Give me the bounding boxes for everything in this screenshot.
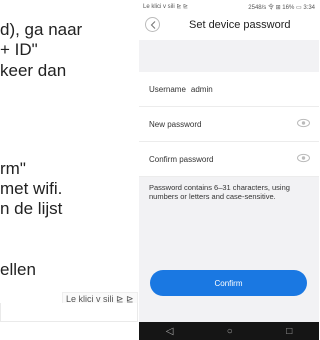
confirm-password-field[interactable]: Confirm password: [139, 142, 319, 177]
eye-icon[interactable]: [297, 153, 310, 163]
doc-line-5: met wifi.: [0, 179, 63, 198]
confirm-password-label: Confirm password: [149, 154, 214, 164]
system-nav-bar: ◁ ○ □: [139, 322, 319, 340]
doc-line-4: rm": [0, 159, 26, 178]
username-value: admin: [190, 84, 213, 94]
nav-recents-icon[interactable]: □: [286, 326, 292, 337]
eye-icon[interactable]: [297, 118, 310, 128]
status-left: Le klici v sili ⊵ ⊵: [143, 3, 189, 10]
page-title: Set device password: [189, 19, 291, 31]
app-bar: Set device password: [139, 12, 319, 40]
new-password-label: New password: [149, 119, 202, 129]
doc-image-placeholder: [0, 303, 138, 322]
nav-home-icon[interactable]: ○: [227, 326, 233, 337]
new-password-field[interactable]: New password: [139, 107, 319, 142]
doc-line-7: ellen: [0, 260, 36, 279]
nav-back-icon[interactable]: ◁: [166, 326, 174, 337]
username-row: Username admin: [139, 72, 319, 107]
username-label: Username: [149, 84, 186, 94]
confirm-button[interactable]: Confirm: [150, 270, 307, 296]
phone-screen: Le klici v sili ⊵ ⊵ 2548/s 令 ⊞ 16% ▭ 3:3…: [139, 0, 319, 340]
doc-line-2: + ID": [0, 40, 38, 59]
password-hint: Password contains 6–31 characters, using…: [149, 183, 290, 201]
document-fragment: d), ga naar + ID" keer dan rm" met wifi.…: [0, 0, 140, 340]
back-button[interactable]: [145, 17, 160, 32]
status-right: 2548/s 令 ⊞ 16% ▭ 3:34: [248, 4, 315, 11]
chevron-left-icon: [150, 20, 155, 29]
password-form: Username admin New password Confirm pass…: [139, 72, 319, 177]
doc-line-6: n de lijst: [0, 199, 63, 218]
doc-line-1: d), ga naar: [0, 20, 83, 39]
status-bar: Le klici v sili ⊵ ⊵ 2548/s 令 ⊞ 16% ▭ 3:3…: [139, 0, 319, 12]
doc-line-3: keer dan: [0, 61, 67, 80]
